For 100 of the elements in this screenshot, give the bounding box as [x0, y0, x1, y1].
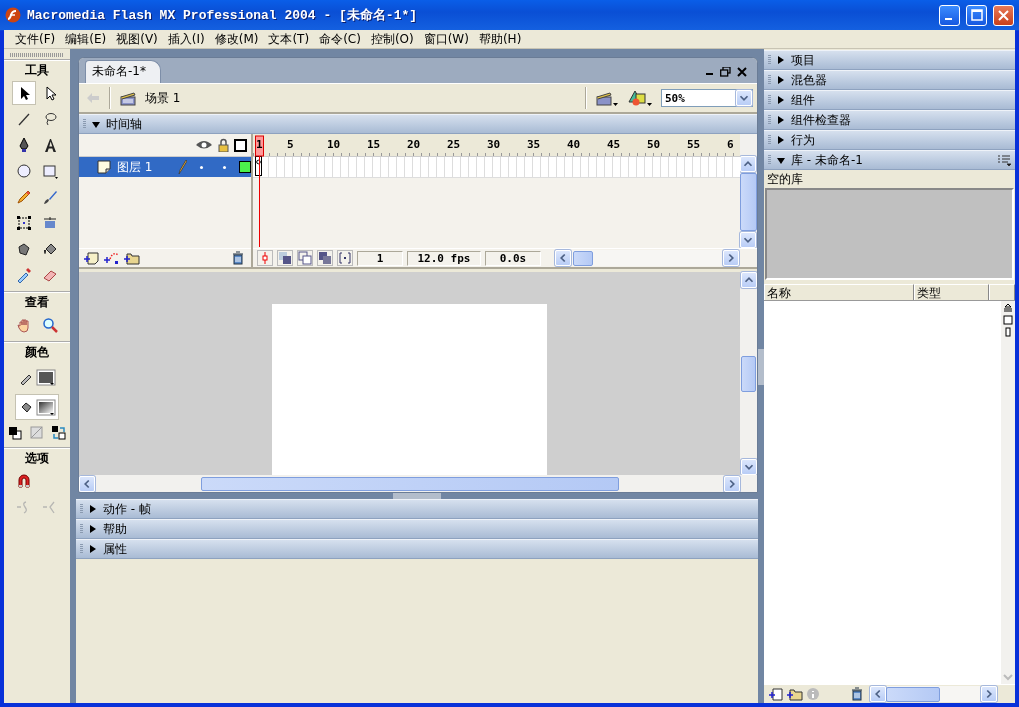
outlined-squares-icon [298, 251, 312, 265]
document-tab[interactable]: 未命名-1* [85, 60, 161, 83]
sort-order-icon[interactable] [1003, 303, 1013, 313]
swap-squares-tool[interactable] [50, 423, 68, 443]
scrollbar-thumb[interactable] [201, 476, 619, 491]
column-header[interactable]: 名称 [764, 284, 914, 300]
hand-icon [16, 317, 32, 333]
menu-item[interactable]: 视图(V) [111, 30, 163, 48]
ruler-label: 15 [367, 138, 381, 151]
expand-triangle-icon[interactable] [776, 55, 786, 65]
magnifier-icon [42, 317, 58, 333]
arrow-pointer-tool[interactable] [12, 81, 36, 105]
menu-item[interactable]: 命令(C) [314, 30, 366, 48]
padlock-icon[interactable] [218, 138, 229, 152]
scroll-up-button[interactable] [740, 156, 756, 172]
scrollbar-thumb[interactable] [886, 686, 940, 702]
stacked-squares-icon [318, 251, 332, 265]
splitter-handle[interactable] [758, 349, 764, 385]
expand-triangle-icon[interactable] [776, 95, 786, 105]
menu-item[interactable]: 帮助(H) [473, 30, 527, 48]
ruler-label: 20 [407, 138, 421, 151]
playhead-marker[interactable] [255, 134, 264, 248]
add-motion-guide-icon[interactable] [103, 251, 121, 265]
scroll-right-button[interactable] [724, 475, 740, 492]
expand-triangle-icon[interactable] [776, 75, 786, 85]
overlapping-squares-icon [278, 251, 292, 265]
text-tool-icon [42, 137, 58, 153]
expand-triangle-icon[interactable] [88, 544, 98, 554]
maximize-button[interactable] [966, 4, 987, 26]
layer-row[interactable]: 图层 1 [79, 157, 251, 177]
frame-cells[interactable] [253, 157, 740, 178]
center-frame-button[interactable] [257, 250, 273, 266]
fill-color-swatch-tool[interactable] [15, 394, 59, 420]
onion-outline-button[interactable] [297, 250, 313, 266]
scroll-up-button[interactable] [740, 272, 757, 288]
stroke-color-swatch-icon [18, 368, 56, 386]
collapse-triangle-icon[interactable] [91, 119, 101, 129]
onion-skin-button[interactable] [277, 250, 293, 266]
add-folder-icon[interactable] [123, 251, 141, 265]
minimize-icon [945, 17, 952, 20]
close-icon[interactable] [737, 67, 747, 77]
ruler-label: 6 [727, 138, 734, 151]
eye-icon[interactable] [195, 139, 213, 151]
menu-item[interactable]: 插入(I) [162, 30, 210, 48]
menu-item[interactable]: 文件(F) [10, 30, 61, 48]
playhead-center-icon [260, 252, 270, 264]
edit-multiple-frames-button[interactable] [317, 250, 333, 266]
line-icon [16, 111, 32, 127]
add-layer-icon[interactable] [83, 251, 101, 265]
ruler-label: 1 [256, 138, 263, 151]
square-icon [42, 163, 58, 179]
trash-icon[interactable] [850, 687, 864, 701]
ruler-label: 55 [687, 138, 701, 151]
menu-item[interactable]: 修改(M) [209, 30, 264, 48]
elapsed-time: 0.0s [485, 250, 541, 266]
expand-triangle-icon[interactable] [88, 524, 98, 534]
bracket-icon [338, 251, 352, 265]
scroll-down-button[interactable] [740, 232, 756, 248]
swap-squares-icon [51, 425, 67, 441]
circle-icon [16, 163, 32, 179]
app-logo-icon [5, 7, 21, 23]
menu-item[interactable]: 文本(T) [263, 30, 315, 48]
scroll-right-button[interactable] [723, 250, 739, 266]
minimize-button[interactable] [939, 4, 960, 26]
restore-icon[interactable] [720, 67, 731, 77]
column-header[interactable]: 类型 [914, 284, 989, 300]
toolbox-section-title: 工具 [24, 62, 50, 79]
scroll-right-button[interactable] [981, 686, 997, 702]
scroll-down-button[interactable] [740, 459, 757, 475]
collapse-triangle-icon[interactable] [776, 155, 786, 165]
scroll-left-button[interactable] [555, 250, 571, 266]
onion-markers-button[interactable] [337, 250, 353, 266]
new-symbol-icon[interactable] [768, 687, 784, 701]
panel-menu-icon[interactable] [997, 154, 1011, 166]
edit-symbols-icon[interactable] [627, 89, 653, 107]
trash-icon[interactable] [231, 251, 245, 265]
zoom-dropdown[interactable]: 50% [661, 89, 753, 107]
ruler-label: 35 [527, 138, 541, 151]
scrollbar-thumb[interactable] [573, 250, 593, 266]
scrollbar-thumb[interactable] [740, 173, 757, 231]
narrow-view-icon[interactable] [1003, 327, 1013, 337]
frame-rate: 12.0 fps [407, 250, 481, 266]
menu-item[interactable]: 窗口(W) [418, 30, 474, 48]
scrollbar-thumb[interactable] [741, 355, 756, 392]
new-folder-icon[interactable] [786, 687, 804, 701]
edit-scene-icon[interactable] [595, 89, 619, 107]
scene-name[interactable]: 场景 1 [145, 89, 181, 107]
expand-triangle-icon[interactable] [776, 135, 786, 145]
default-colors-icon [7, 425, 23, 441]
scroll-left-button[interactable] [79, 475, 95, 492]
close-button[interactable] [993, 4, 1014, 26]
scroll-left-button[interactable] [870, 686, 886, 702]
menu-item[interactable]: 控制(O) [365, 30, 419, 48]
expand-triangle-icon[interactable] [776, 115, 786, 125]
wide-view-icon[interactable] [1003, 315, 1013, 325]
outline-square-icon[interactable] [234, 138, 247, 152]
expand-triangle-icon[interactable] [88, 504, 98, 514]
layer-page-icon [97, 160, 111, 174]
magnet-icon [16, 473, 32, 489]
menu-item[interactable]: 编辑(E) [60, 30, 112, 48]
